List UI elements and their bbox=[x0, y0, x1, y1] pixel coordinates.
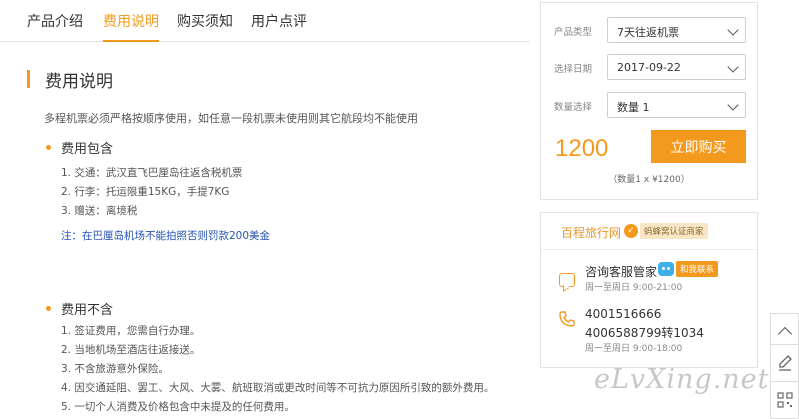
included-heading: 费用包含 bbox=[46, 138, 113, 157]
title-accent-bar bbox=[27, 70, 30, 88]
included-item: 1. 交通：武汉直飞巴厘岛往返含税机票 bbox=[61, 167, 243, 179]
excluded-item: 2. 当地机场至酒店往返接送。 bbox=[61, 344, 201, 356]
product-type-row: 产品类型 7天往返机票 bbox=[541, 17, 757, 43]
phone-icon bbox=[559, 311, 575, 327]
contact-me-button[interactable]: 和我联系 bbox=[658, 261, 719, 277]
certified-text: 蚂蜂窝认证商家 bbox=[640, 223, 708, 239]
excluded-item: 4. 因交通延阻、罢工、大风、大雾、航班取消或更改时间等不可抗力原因所引致的额外… bbox=[61, 382, 495, 394]
bullet-dot-icon bbox=[46, 145, 51, 150]
bullet-dot-icon bbox=[46, 306, 51, 311]
included-item: 2. 行李：托运限重15KG，手提7KG bbox=[61, 186, 230, 198]
quantity-row: 数量选择 数量 1 bbox=[541, 92, 757, 118]
chat-icon bbox=[559, 273, 575, 287]
date-label: 选择日期 bbox=[554, 64, 593, 75]
section-title-text: 费用说明 bbox=[45, 71, 113, 92]
chevron-down-icon bbox=[727, 99, 739, 111]
date-select[interactable]: 2017-09-22 bbox=[607, 54, 746, 80]
product-type-select[interactable]: 7天往返机票 bbox=[607, 17, 746, 43]
feedback-button[interactable] bbox=[770, 344, 799, 382]
tab-product-intro[interactable]: 产品介绍 bbox=[27, 11, 83, 31]
phone-hours: 周一至周日 9:00-18:00 bbox=[585, 344, 683, 354]
quantity-value: 数量 1 bbox=[617, 101, 650, 114]
qr-code-icon bbox=[777, 392, 793, 408]
service-panel: 百程旅行网 ✓ 蚂蜂窝认证商家 咨询客服管家 和我联系 周一至周日 9:00-2… bbox=[540, 212, 758, 368]
excluded-title: 费用不含 bbox=[61, 303, 114, 318]
intro-text: 多程机票必须严格按顺序使用，如任意一段机票未使用则其它航段均不能使用 bbox=[44, 112, 418, 125]
tab-bar: 产品介绍 费用说明 购买须知 用户点评 bbox=[0, 0, 530, 42]
total-price: 1200 bbox=[555, 135, 609, 162]
excluded-item: 5. 一切个人消费及价格包含中未提及的任何费用。 bbox=[61, 401, 295, 413]
phone-number-2: 4006588799转1034 bbox=[585, 326, 704, 340]
watermark: eLvXing.net bbox=[594, 364, 770, 395]
buy-now-button[interactable]: 立即购买 bbox=[651, 130, 746, 163]
section-title: 费用说明 bbox=[27, 69, 113, 92]
chevron-up-icon bbox=[777, 326, 793, 342]
date-value: 2017-09-22 bbox=[617, 61, 681, 74]
quantity-label: 数量选择 bbox=[554, 102, 593, 113]
order-panel: 产品类型 7天往返机票 选择日期 2017-09-22 数量选择 数量 1 12… bbox=[540, 2, 758, 200]
contact-me-label: 和我联系 bbox=[676, 261, 719, 277]
included-note: 注：在巴厘岛机场不能拍照否则罚款200美金 bbox=[61, 230, 271, 242]
customer-service-title: 咨询客服管家 bbox=[585, 265, 658, 279]
customer-service-hours: 周一至周日 9:00-21:00 bbox=[585, 283, 683, 293]
excluded-heading: 费用不含 bbox=[46, 299, 113, 318]
excluded-item: 3. 不含旅游意外保险。 bbox=[61, 363, 169, 375]
tab-purchase-notes[interactable]: 购买须知 bbox=[177, 11, 233, 31]
product-type-label: 产品类型 bbox=[554, 27, 593, 38]
phone-number-1: 4001516666 bbox=[585, 307, 662, 321]
pencil-icon bbox=[779, 355, 792, 371]
shop-name[interactable]: 百程旅行网 bbox=[561, 224, 621, 241]
qr-code-button[interactable] bbox=[770, 381, 799, 419]
price-calculation: （数量1 x ¥1200） bbox=[608, 175, 690, 185]
chevron-down-icon bbox=[727, 24, 739, 36]
service-header: 百程旅行网 ✓ 蚂蜂窝认证商家 bbox=[541, 213, 757, 250]
shield-icon: ✓ bbox=[624, 224, 638, 238]
excluded-item: 1. 签证费用，您需自行办理。 bbox=[61, 325, 201, 337]
included-title: 费用包含 bbox=[61, 142, 114, 157]
quantity-select[interactable]: 数量 1 bbox=[607, 92, 746, 118]
product-type-value: 7天往返机票 bbox=[617, 26, 679, 39]
tab-fee-description[interactable]: 费用说明 bbox=[103, 11, 159, 42]
tab-user-reviews[interactable]: 用户点评 bbox=[251, 11, 307, 31]
certified-badge: ✓ 蚂蜂窝认证商家 bbox=[624, 223, 708, 239]
robot-icon bbox=[658, 262, 674, 276]
date-row: 选择日期 2017-09-22 bbox=[541, 54, 757, 80]
included-item: 3. 赠送：离境税 bbox=[61, 205, 138, 217]
chevron-down-icon bbox=[727, 61, 739, 73]
